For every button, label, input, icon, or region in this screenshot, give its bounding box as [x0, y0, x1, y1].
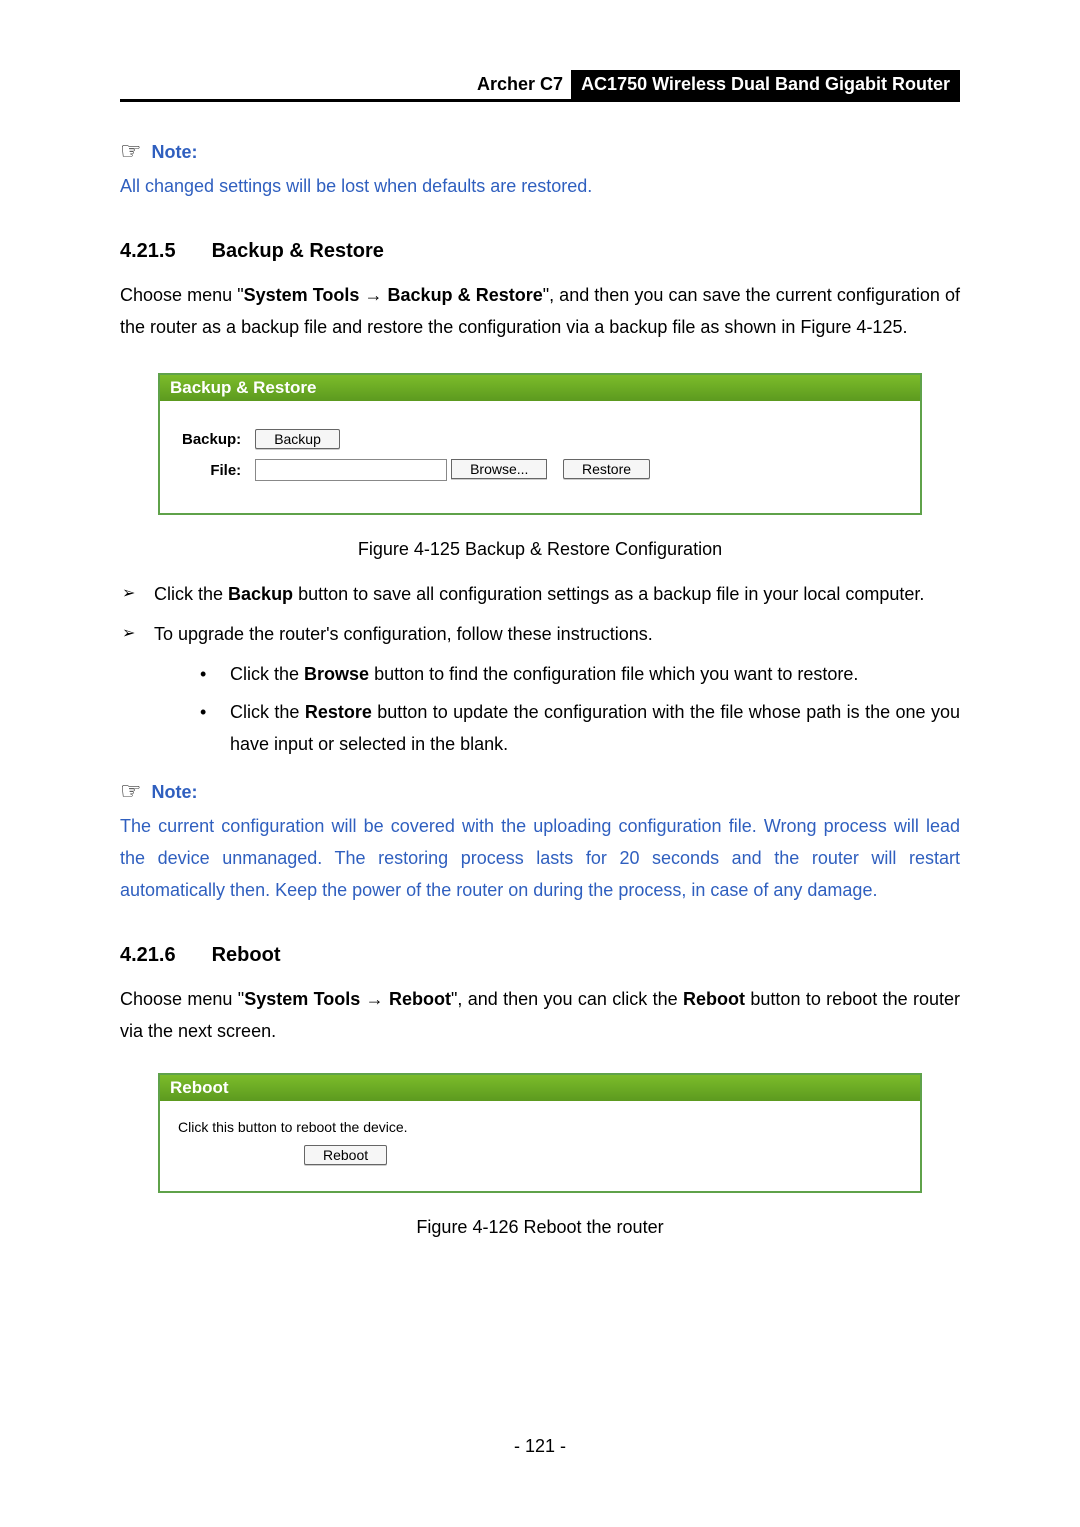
figure1-caption: Figure 4-125 Backup & Restore Configurat… — [120, 539, 960, 560]
figure-reboot: Reboot Click this button to reboot the d… — [158, 1073, 922, 1193]
text-bold: Restore — [305, 702, 372, 722]
note-2-label: Note: — [152, 782, 198, 803]
section2-paragraph: Choose menu "System Tools → Reboot", and… — [120, 983, 960, 1047]
section-heading-reboot: 4.21.6 Reboot — [120, 944, 960, 967]
page-header: Archer C7 AC1750 Wireless Dual Band Giga… — [120, 70, 960, 102]
text-bold: System Tools — [244, 285, 360, 305]
text: To upgrade the router's configuration, f… — [154, 624, 653, 644]
list-item: Click the Restore button to update the c… — [188, 696, 960, 760]
text: Click the — [154, 584, 228, 604]
text-bold: Reboot — [683, 989, 745, 1009]
restore-button[interactable]: Restore — [563, 459, 650, 479]
note-1-body: All changed settings will be lost when d… — [120, 170, 960, 202]
figure-backup-restore: Backup & Restore Backup: Backup File: Br… — [158, 373, 922, 515]
text-bold: Backup — [228, 584, 293, 604]
section-title: Backup & Restore — [212, 240, 384, 263]
file-path-input[interactable] — [255, 459, 447, 481]
text: button to save all configuration setting… — [293, 584, 924, 604]
header-model: Archer C7 — [469, 70, 571, 99]
note-2-body: The current configuration will be covere… — [120, 810, 960, 906]
section-heading-backup-restore: 4.21.5 Backup & Restore — [120, 240, 960, 263]
browse-button[interactable]: Browse... — [451, 459, 547, 479]
panel-body: Click this button to reboot the device. … — [160, 1101, 920, 1191]
text-arrow: → — [360, 989, 389, 1009]
instruction-list: Click the Backup button to save all conf… — [120, 578, 960, 760]
text: Click the — [230, 664, 304, 684]
list-item: Click the Backup button to save all conf… — [120, 578, 960, 610]
text-bold: Backup & Restore — [388, 285, 543, 305]
text-bold: Reboot — [389, 989, 451, 1009]
pointing-hand-icon: ☞ — [120, 140, 142, 164]
note-1-label: Note: — [152, 142, 198, 163]
text-bold: System Tools — [244, 989, 360, 1009]
figure2-caption: Figure 4-126 Reboot the router — [120, 1217, 960, 1238]
note-1: ☞ Note: — [120, 140, 960, 164]
header-product: AC1750 Wireless Dual Band Gigabit Router — [571, 70, 960, 99]
reboot-hint: Click this button to reboot the device. — [174, 1119, 906, 1135]
section-number: 4.21.6 — [120, 944, 176, 967]
panel-title: Backup & Restore — [160, 375, 920, 401]
text: button to find the configuration file wh… — [369, 664, 858, 684]
text: Choose menu " — [120, 989, 244, 1009]
file-label: File: — [176, 455, 247, 485]
text: ", and then you can click the — [451, 989, 683, 1009]
section1-paragraph: Choose menu "System Tools → Backup & Res… — [120, 279, 960, 343]
sub-list: Click the Browse button to find the conf… — [154, 658, 960, 760]
panel-title: Reboot — [160, 1075, 920, 1101]
backup-label: Backup: — [176, 425, 247, 453]
page-number: - 121 - — [0, 1436, 1080, 1457]
text: Choose menu " — [120, 285, 244, 305]
list-item: Click the Browse button to find the conf… — [188, 658, 960, 690]
pointing-hand-icon: ☞ — [120, 780, 142, 804]
backup-button[interactable]: Backup — [255, 429, 340, 449]
section-title: Reboot — [212, 944, 281, 967]
text-bold: Browse — [304, 664, 369, 684]
section-number: 4.21.5 — [120, 240, 176, 263]
list-item: To upgrade the router's configuration, f… — [120, 618, 960, 760]
text: Click the — [230, 702, 305, 722]
note-2: ☞ Note: — [120, 780, 960, 804]
panel-body: Backup: Backup File: Browse... Restore — [160, 401, 920, 513]
reboot-button[interactable]: Reboot — [304, 1145, 387, 1165]
text-arrow: → — [359, 285, 387, 305]
